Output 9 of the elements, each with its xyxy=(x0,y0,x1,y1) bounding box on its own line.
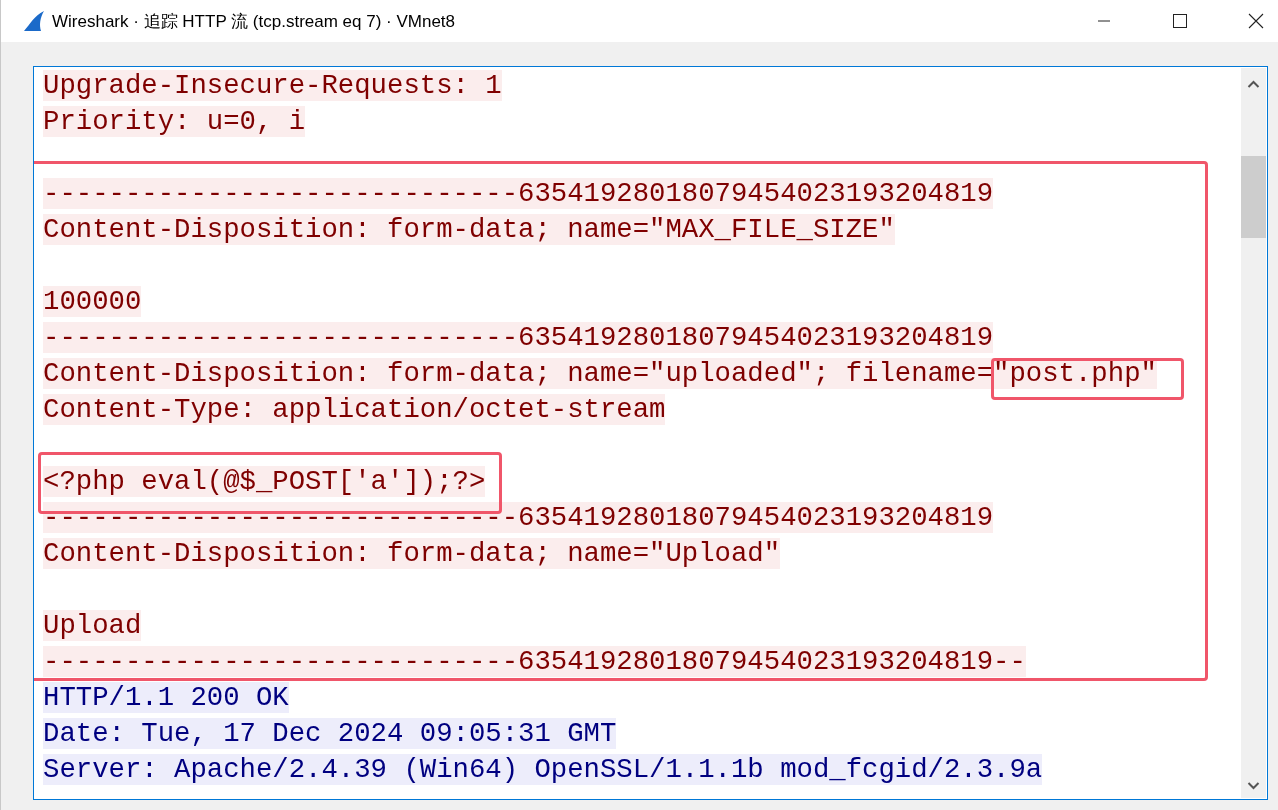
shark-fin-icon xyxy=(22,10,46,32)
window-title: Wireshark · 追踪 HTTP 流 (tcp.stream eq 7) · VMnet8 xyxy=(52,10,456,33)
close-button[interactable] xyxy=(1246,11,1266,31)
maximize-button[interactable] xyxy=(1170,11,1190,31)
stream-text-area[interactable] xyxy=(33,66,1268,800)
scroll-down-icon[interactable] xyxy=(1247,782,1260,790)
scrollbar[interactable] xyxy=(1241,68,1266,798)
scroll-up-icon[interactable] xyxy=(1247,80,1260,88)
scrollbar-thumb[interactable] xyxy=(1241,156,1266,238)
